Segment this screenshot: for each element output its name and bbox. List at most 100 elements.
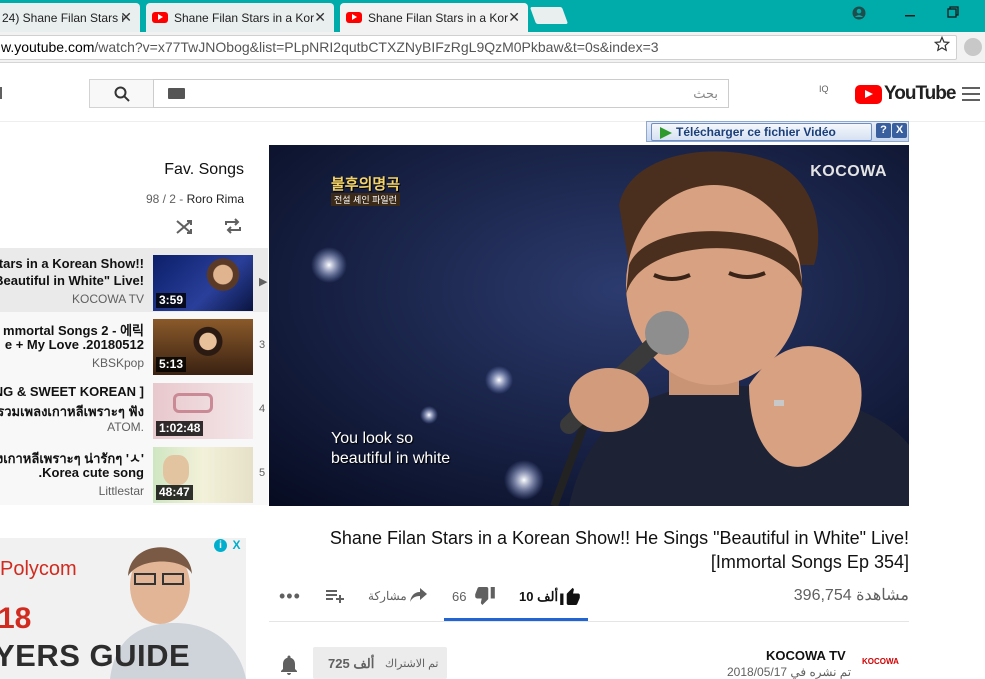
view-count: 396,754 مشاهدة: [793, 587, 909, 604]
ad-info-icon[interactable]: i: [214, 539, 227, 552]
profile-icon[interactable]: [852, 6, 866, 20]
ad-brand: Polycom: [0, 558, 77, 580]
tab-title: Shane Filan Stars in a Kor: [174, 10, 315, 25]
playlist-owner[interactable]: Roro Rima: [187, 192, 244, 206]
like-count: 10 ألف: [519, 589, 559, 604]
browser-tab-3[interactable]: Shane Filan Stars in a Kor ✕: [340, 3, 528, 32]
url-path: /watch?v=x77TwJNObog&list=PLpNRI2qutbCTX…: [94, 39, 659, 55]
download-toolbar: Télécharger ce fichier Vidéo ? X: [646, 121, 909, 142]
keyboard-icon[interactable]: [168, 88, 185, 99]
download-video-button[interactable]: Télécharger ce fichier Vidéo: [651, 123, 872, 141]
extension-icon[interactable]: [964, 38, 982, 56]
channel-name[interactable]: KOCOWA TV: [766, 648, 846, 663]
video-player[interactable]: 불후의명곡 전설 셰인 파일런 KOCOWA You look so beaut…: [269, 145, 909, 506]
playlist-position: 98 / 2 -: [145, 192, 184, 206]
duration-badge: 1:02:48: [156, 421, 204, 436]
youtube-header: بحث: [0, 64, 985, 122]
share-icon[interactable]: [410, 588, 427, 602]
playlist-item-title: e + My Love .20180512: [4, 337, 144, 352]
address-bar-row: w.youtube.com/watch?v=x77TwJNObog&list=P…: [0, 32, 985, 63]
duration-badge: 3:59: [156, 293, 187, 308]
star-icon[interactable]: [934, 36, 950, 52]
thumbnail: 5:13: [153, 319, 253, 375]
country-code: IQ: [819, 84, 829, 94]
playlist-item-title: tars in a Korean Show!!: [0, 256, 144, 271]
playlist-item[interactable]: NG & SWEET KOREAN ] รวมเพลงเกาหลีเพราะๆ …: [0, 376, 268, 440]
playlist-index: 4: [259, 403, 266, 415]
ad-close-icon[interactable]: X: [230, 539, 243, 552]
channel-avatar[interactable]: KOCOWA: [862, 652, 910, 672]
video-title-line: [Immortal Songs Ep 354]: [710, 552, 909, 572]
search-input[interactable]: بحث: [153, 79, 729, 108]
now-playing-icon: ▶: [259, 276, 268, 288]
playlist-item-title: รวมเพลงเกาหลีเพราะๆ ฟัง: [0, 404, 144, 419]
loop-icon[interactable]: [223, 217, 243, 235]
youtube-favicon-icon: [346, 12, 362, 23]
video-title: Shane Filan Stars in a Korean Show!! He …: [290, 526, 909, 574]
video-title-line: Shane Filan Stars in a Korean Show!! He …: [329, 528, 909, 548]
tab-strip: 24) Shane Filan Stars i ✕ Shane Filan St…: [0, 0, 985, 32]
subscribed-button[interactable]: 725 ألف تم الاشتراك: [313, 647, 447, 679]
thumbnail: 1:02:48: [153, 383, 253, 439]
youtube-favicon-icon: [152, 12, 168, 23]
browser-tab-2[interactable]: Shane Filan Stars in a Kor ✕: [146, 3, 334, 32]
character-graphic: [163, 455, 189, 485]
playlist-item-channel: ATOM.: [107, 420, 144, 434]
playlist-index: 3: [259, 339, 266, 351]
playlist-item[interactable]: tars in a Korean Show!! Beautiful in Whi…: [0, 248, 268, 312]
browser-tab-1[interactable]: 24) Shane Filan Stars i ✕: [0, 3, 140, 32]
more-actions-icon[interactable]: •••: [279, 586, 301, 607]
playlist-item-title: .Korea cute song: [38, 465, 144, 480]
dislike-count: 66: [452, 589, 467, 604]
ad-headline: YERS GUIDE: [0, 638, 191, 673]
add-to-playlist-icon[interactable]: [326, 589, 344, 603]
share-label[interactable]: مشاركة: [368, 589, 407, 603]
playlist-item[interactable]: งเกาหลีเพราะๆ น่ารักๆ 'ㅅ' .Korea cute so…: [0, 440, 268, 504]
publish-date: تم نشره في 2018/05/17: [727, 665, 852, 679]
thumbs-down-icon[interactable]: [475, 587, 495, 605]
ad-banner[interactable]: Polycom 18 YERS GUIDE i X: [0, 538, 246, 679]
subscriber-count: 725 ألف: [328, 656, 375, 671]
show-logo: 불후의명곡: [331, 176, 401, 193]
download-label: Télécharger ce fichier Vidéo: [676, 125, 836, 139]
playlist-item-title: Beautiful in White" Live!: [0, 273, 144, 288]
playlist-panel: Fav. Songs 98 / 2 - Roro Rima tars in a …: [0, 145, 268, 505]
settings-menu-icon[interactable]: [962, 87, 980, 101]
address-bar[interactable]: w.youtube.com/watch?v=x77TwJNObog&list=P…: [0, 35, 957, 60]
playlist-index: 5: [259, 467, 266, 479]
playlist-header: Fav. Songs 98 / 2 - Roro Rima: [0, 145, 268, 248]
caption-line: beautiful in white: [331, 450, 451, 467]
youtube-play-icon: [855, 84, 882, 104]
new-tab-button[interactable]: [529, 7, 569, 24]
duration-badge: 5:13: [156, 357, 187, 372]
playlist-item-channel: KBSKpop: [91, 356, 144, 370]
playlist-item-channel: KOCOWA TV: [71, 292, 144, 306]
video-actions: ••• مشاركة 66 10 ألف 396,754 مشاهدة: [269, 578, 909, 622]
tab-title: Shane Filan Stars in a Kor: [368, 10, 509, 25]
playlist-title[interactable]: Fav. Songs: [164, 161, 244, 179]
playlist-item-title: NG & SWEET KOREAN ]: [0, 384, 144, 399]
caption: You look so beautiful in white: [331, 429, 450, 469]
close-icon[interactable]: ✕: [314, 9, 326, 26]
thumbnail: 48:47: [153, 447, 253, 503]
help-button[interactable]: ?: [876, 123, 891, 138]
youtube-logo[interactable]: YouTube: [855, 83, 956, 105]
playlist-item[interactable]: mmortal Songs 2 - 에릭 e + My Love .201805…: [0, 312, 268, 376]
thumbs-up-icon[interactable]: [560, 587, 580, 605]
shuffle-icon[interactable]: [175, 218, 195, 236]
close-button[interactable]: X: [892, 123, 907, 138]
guide-menu-icon[interactable]: [0, 87, 2, 99]
bell-icon[interactable]: [280, 655, 298, 675]
channel-watermark: KOCOWA: [810, 163, 887, 180]
logo-text: YouTube: [884, 83, 956, 104]
close-icon[interactable]: ✕: [508, 9, 520, 26]
restore-icon[interactable]: [947, 6, 959, 18]
ad-headline: 18: [0, 602, 32, 635]
minimize-icon[interactable]: [904, 6, 916, 18]
search-icon: [114, 86, 130, 102]
show-subtitle: 전설 셰인 파일런: [331, 193, 400, 206]
close-icon[interactable]: ✕: [120, 9, 132, 26]
search-button[interactable]: [89, 79, 154, 108]
url-host: w.youtube.com: [1, 39, 95, 55]
thumbnail: 3:59: [153, 255, 253, 311]
